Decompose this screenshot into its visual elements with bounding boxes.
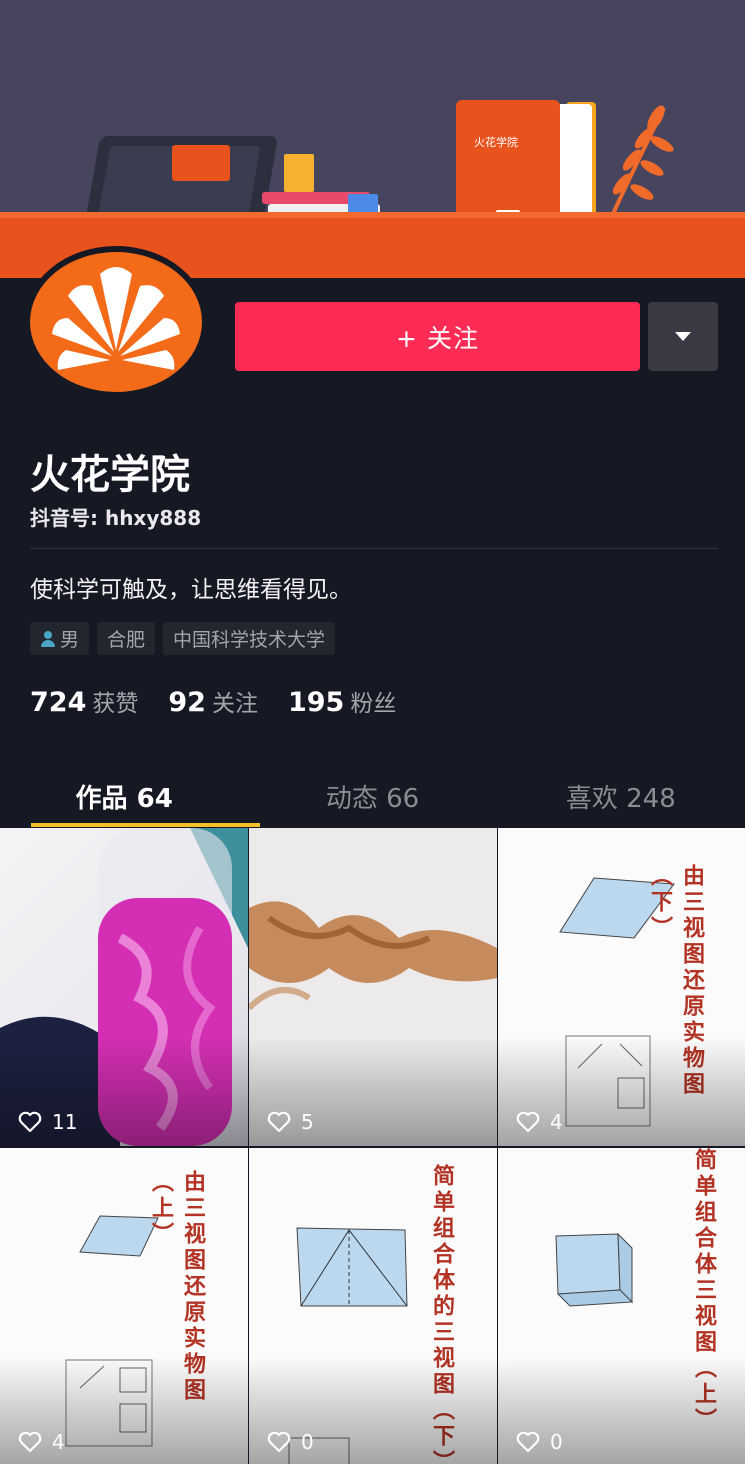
tag-location: 合肥 <box>97 622 156 655</box>
likes-value: 5 <box>301 1110 314 1134</box>
likes-value: 11 <box>52 1110 78 1134</box>
spark-logo-icon <box>52 267 180 370</box>
profile-name: 火花学院 <box>30 452 190 498</box>
more-options-button[interactable] <box>648 302 718 371</box>
pencil-cup-illustration <box>284 154 314 192</box>
follow-button-label: + 关注 <box>396 323 479 353</box>
video-thumbnail[interactable]: 简单组合体的三视图（下） 0 <box>249 1148 497 1464</box>
video-thumbnail[interactable]: 由三视图还原实物图（上） 4 <box>0 1148 248 1464</box>
likes-count: 11 <box>18 1110 77 1134</box>
banner-logo-text: 火花学院 <box>474 136 518 149</box>
plant-illustration <box>610 105 674 217</box>
video-thumbnail[interactable]: 简单组合体三视图（上） 0 <box>498 1148 745 1464</box>
video-thumbnail[interactable]: 11 <box>0 828 248 1146</box>
stat-followers-label: 粉丝 <box>350 691 397 717</box>
profile-tags: 男 合肥 中国科学技术大学 <box>30 622 336 655</box>
stat-likes: 724 获赞 <box>30 684 138 718</box>
likes-value: 4 <box>52 1430 65 1454</box>
profile-handle: 抖音号: hhxy888 <box>30 506 202 530</box>
tab-activity[interactable]: 动态 66 <box>248 766 496 826</box>
laptop-screen-badge <box>172 145 230 181</box>
follow-button[interactable]: + 关注 <box>235 302 640 371</box>
video-thumbnail[interactable]: 由三视图还原实物图（下） 4 <box>498 828 745 1146</box>
stat-following-label: 关注 <box>211 691 258 717</box>
heart-icon <box>18 1431 42 1453</box>
profile-stats: 724 获赞 92 关注 195 粉丝 <box>30 684 396 718</box>
tag-gender: 男 <box>30 622 90 655</box>
stat-following-count: 92 <box>168 687 206 718</box>
tag-gender-label: 男 <box>60 629 80 651</box>
likes-count: 0 <box>516 1430 563 1454</box>
divider <box>30 548 718 549</box>
profile-banner: 火花学院 <box>0 0 745 278</box>
stat-followers-count: 195 <box>287 687 345 718</box>
stat-likes-label: 获赞 <box>92 691 139 717</box>
tag-school: 中国科学技术大学 <box>163 622 336 655</box>
likes-value: 0 <box>550 1430 563 1454</box>
heart-icon <box>267 1111 291 1133</box>
stat-followers[interactable]: 195 粉丝 <box>288 684 396 718</box>
tab-likes[interactable]: 喜欢 248 <box>497 766 745 826</box>
content-tabs: 作品 64 动态 66 喜欢 248 <box>0 766 745 826</box>
caret-down-icon <box>675 332 691 341</box>
stat-likes-count: 724 <box>30 687 87 718</box>
profile-bio: 使科学可触及，让思维看得见。 <box>30 577 352 603</box>
likes-count: 0 <box>267 1430 314 1454</box>
likes-count: 5 <box>267 1110 314 1134</box>
heart-icon <box>18 1111 42 1133</box>
heart-icon <box>516 1111 540 1133</box>
likes-count: 4 <box>18 1430 65 1454</box>
stat-following[interactable]: 92 关注 <box>168 684 258 718</box>
likes-count: 4 <box>516 1110 563 1134</box>
active-tab-indicator <box>31 823 260 827</box>
heart-icon <box>516 1431 540 1453</box>
book-pages <box>556 104 592 226</box>
video-grid: 11 5 由三视图还原实物图（下） 4 由三视图还原实物图（上） 4 简单组合体… <box>0 828 745 1464</box>
likes-value: 0 <box>301 1430 314 1454</box>
heart-icon <box>267 1431 291 1453</box>
avatar[interactable] <box>22 244 210 400</box>
likes-value: 4 <box>550 1110 563 1134</box>
tag-school-label: 中国科学技术大学 <box>173 629 326 651</box>
tab-works[interactable]: 作品 64 <box>0 766 248 826</box>
person-icon <box>40 630 56 647</box>
tag-location-label: 合肥 <box>107 629 146 651</box>
video-thumbnail[interactable]: 5 <box>249 828 497 1146</box>
